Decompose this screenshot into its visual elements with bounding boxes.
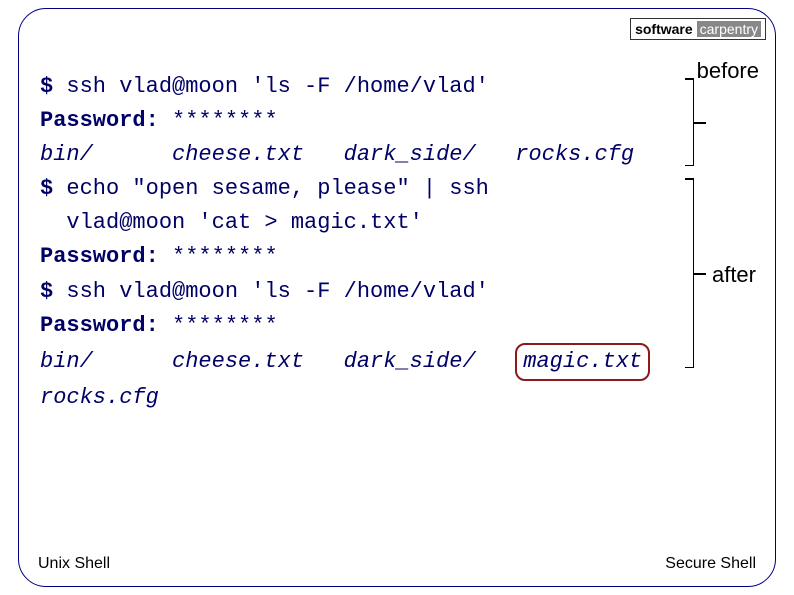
cmd: ssh vlad@moon 'ls -F /home/vlad': [53, 74, 489, 99]
password-value: ********: [159, 313, 278, 338]
password-label: Password:: [40, 244, 159, 269]
ls-output: bin/ cheese.txt dark_side/: [40, 349, 515, 374]
bracket-after: [684, 178, 694, 368]
logo-box: software carpentry: [630, 18, 766, 40]
footer-left: Unix Shell: [38, 555, 110, 573]
logo-word1: software: [635, 21, 693, 37]
password-label: Password:: [40, 313, 159, 338]
logo-word2: carpentry: [697, 21, 761, 37]
bracket-before: [684, 78, 694, 166]
terminal-block: $ ssh vlad@moon 'ls -F /home/vlad' Passw…: [40, 70, 680, 415]
annotation-after: after: [712, 262, 756, 288]
footer-right: Secure Shell: [665, 555, 756, 573]
term-line-1: $ ssh vlad@moon 'ls -F /home/vlad': [40, 70, 680, 104]
term-line-6: Password: ********: [40, 240, 680, 274]
annotation-before: before: [697, 58, 759, 84]
password-label: Password:: [40, 108, 159, 133]
term-line-4: $ echo "open sesame, please" | ssh: [40, 172, 680, 206]
bracket-nib-before: [694, 122, 706, 124]
prompt: $: [40, 74, 53, 99]
bracket-nib-after: [694, 273, 706, 275]
cmd: ssh vlad@moon 'ls -F /home/vlad': [53, 279, 489, 304]
highlight-magic: magic.txt: [515, 343, 650, 381]
term-line-5: vlad@moon 'cat > magic.txt': [40, 206, 680, 240]
term-line-10: rocks.cfg: [40, 381, 680, 415]
term-line-7: $ ssh vlad@moon 'ls -F /home/vlad': [40, 275, 680, 309]
cmd: echo "open sesame, please" | ssh: [53, 176, 489, 201]
password-value: ********: [159, 244, 278, 269]
term-line-3: bin/ cheese.txt dark_side/ rocks.cfg: [40, 138, 680, 172]
prompt: $: [40, 279, 53, 304]
term-line-9: bin/ cheese.txt dark_side/ magic.txt: [40, 343, 680, 381]
password-value: ********: [159, 108, 278, 133]
term-line-2: Password: ********: [40, 104, 680, 138]
term-line-8: Password: ********: [40, 309, 680, 343]
prompt: $: [40, 176, 53, 201]
